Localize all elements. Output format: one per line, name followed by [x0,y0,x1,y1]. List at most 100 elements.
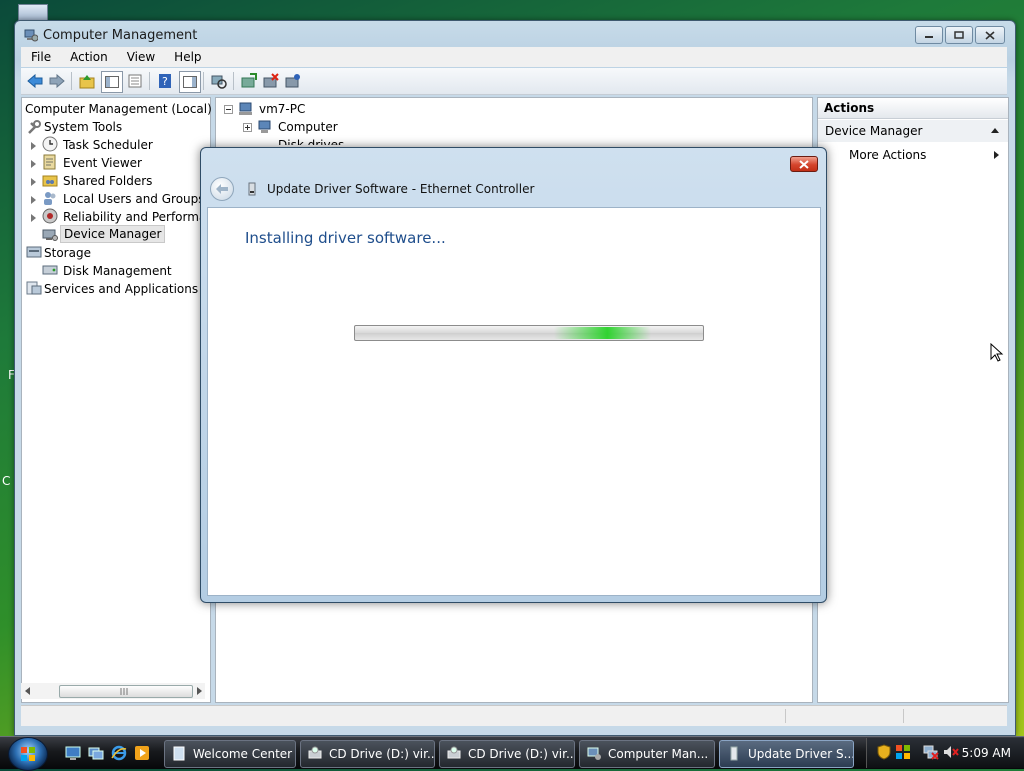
scroll-thumb[interactable] [59,685,193,698]
menu-view[interactable]: View [117,47,164,64]
clock[interactable]: 5:09 AM [962,746,1011,760]
taskbar-button-cd-drive-1[interactable]: CD Drive (D:) vir... [300,740,435,768]
taskbar-label: CD Drive (D:) vir... [468,747,575,761]
taskbar-button-computer-management[interactable]: Computer Man... [579,740,715,768]
more-actions-item[interactable]: More Actions [849,148,926,162]
console-tree-pane: Computer Management (Local) System Tools… [21,97,228,703]
tree-item-services-applications[interactable]: Services and Applications [44,280,198,298]
close-icon [985,30,995,40]
submenu-arrow-icon[interactable] [994,151,999,159]
device-tree-disk-drives[interactable]: Disk drives [278,136,344,145]
show-hide-action-pane-button[interactable] [179,71,201,93]
scan-hardware-button[interactable] [209,71,229,91]
actions-pane: Actions Device Manager More Actions [817,97,1009,703]
minimize-button[interactable] [915,26,943,44]
volume-muted-icon[interactable] [943,744,959,760]
dialog-title: Update Driver Software - Ethernet Contro… [267,182,535,196]
actions-header: Actions [818,98,1008,119]
uninstall-icon [263,73,279,88]
internet-explorer-icon[interactable] [111,745,127,761]
uninstall-button[interactable] [261,71,281,91]
system-tray: 5:09 AM [866,738,1024,768]
dialog-back-button[interactable] [210,177,234,201]
expand-icon[interactable] [243,123,252,132]
network-disconnected-icon[interactable] [923,744,939,760]
console-tree-icon [105,76,119,88]
update-driver-button[interactable] [239,71,259,91]
maximize-icon [954,31,964,39]
start-button[interactable] [8,737,48,771]
help-icon: ? [159,74,171,88]
list-icon [128,74,142,88]
users-icon [44,192,56,205]
scroll-right-icon[interactable] [197,687,203,695]
taskbar-button-cd-drive-2[interactable]: CD Drive (D:) vir... [439,740,575,768]
help-button[interactable]: ? [155,71,175,91]
tools-icon [28,120,41,134]
taskbar-label: CD Drive (D:) vir... [329,747,435,761]
close-icon [799,159,809,169]
menu-action[interactable]: Action [60,47,117,64]
action-pane-icon [183,76,197,88]
collapse-up-icon[interactable] [991,128,999,133]
tree-item-event-viewer[interactable]: Event Viewer [63,154,142,172]
windows-logo-icon [21,747,35,761]
storage-icon [26,246,42,258]
back-button[interactable] [25,71,45,91]
status-bar [21,705,1007,726]
close-window-button[interactable] [975,26,1005,44]
collapse-icon[interactable] [224,105,233,114]
taskbar-label: Welcome Center [193,747,293,761]
enable-device-button[interactable] [283,71,303,91]
expand-arrow-icon[interactable] [31,178,36,186]
forward-button[interactable] [47,71,67,91]
clock-icon [42,136,58,152]
expand-arrow-icon[interactable] [31,142,36,150]
minimize-icon [925,36,933,38]
dialog-content: Installing driver software... [207,207,821,596]
taskbar-button-update-driver[interactable]: Update Driver S... [719,740,854,768]
switch-windows-icon[interactable] [88,745,104,761]
services-icon [26,281,42,295]
dialog-close-button[interactable] [790,156,818,172]
export-list-button[interactable] [125,71,145,91]
network-adapter-icon [730,746,738,761]
up-one-level-button[interactable] [77,71,97,91]
computer-icon [239,102,252,115]
installing-status-text: Installing driver software... [245,229,446,247]
device-tree-root[interactable]: vm7-PC [259,100,305,118]
tree-item-root[interactable]: Computer Management (Local) [25,100,212,118]
menu-file[interactable]: File [21,47,60,64]
scroll-left-icon[interactable] [25,687,31,695]
maximize-button[interactable] [945,26,973,44]
tree-item-device-manager[interactable]: Device Manager [60,225,166,243]
tree-item-local-users-groups[interactable]: Local Users and Groups [63,190,205,208]
computer-management-icon [587,747,601,760]
back-arrow-icon [27,74,43,88]
security-shield-icon[interactable] [877,744,891,760]
device-tree-computer[interactable]: Computer [278,118,338,136]
window-title: Computer Management [43,28,198,43]
actions-section-device-manager[interactable]: Device Manager [818,120,1008,142]
tree-item-task-scheduler[interactable]: Task Scheduler [63,136,153,154]
update-driver-dialog: Update Driver Software - Ethernet Contro… [200,147,827,603]
menu-help[interactable]: Help [164,47,210,64]
toolbar: ? [21,68,1007,95]
event-viewer-icon [43,154,56,170]
expand-arrow-icon[interactable] [31,196,36,204]
mouse-cursor-icon [990,343,1004,362]
expand-arrow-icon[interactable] [31,160,36,168]
taskbar-button-welcome-center[interactable]: Welcome Center [164,740,296,768]
show-hide-console-tree-button[interactable] [101,71,123,93]
tree-item-storage[interactable]: Storage [44,244,91,262]
media-player-icon[interactable] [134,745,150,761]
windows-flag-icon[interactable] [895,744,911,760]
computer-icon [258,120,271,133]
expand-arrow-icon[interactable] [31,214,36,222]
horizontal-scrollbar[interactable] [21,683,205,699]
tree-item-shared-folders[interactable]: Shared Folders [63,172,152,190]
tree-item-disk-management[interactable]: Disk Management [63,262,172,280]
tree-item-system-tools[interactable]: System Tools [44,118,122,136]
svg-text:?: ? [162,75,168,88]
show-desktop-icon[interactable] [65,745,81,761]
